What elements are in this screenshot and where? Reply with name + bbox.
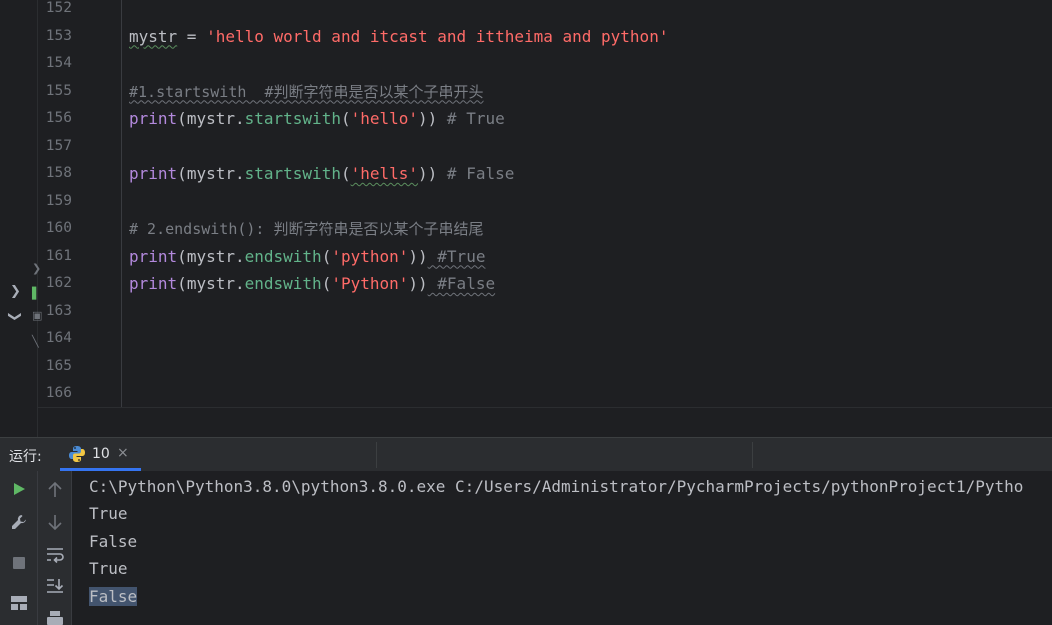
paren: ( (177, 274, 187, 293)
paren: ( (321, 246, 332, 266)
builtin-print: print (129, 274, 178, 293)
code-line-161[interactable]: print(mystr.endswith('python')) #True (129, 243, 485, 271)
comment: # True (437, 109, 505, 128)
gutter-divider (121, 0, 122, 408)
line-number: 159 (45, 192, 72, 209)
code-line-158[interactable]: print(mystr.startswith('hells')) # False (129, 160, 514, 188)
code-editor[interactable]: ❯ ❯ ❯ ▌ ▣ ╲ 152 153 154 155 156 157 158 … (0, 0, 1052, 437)
arrow-down-icon[interactable] (45, 512, 65, 532)
comment: # False (437, 164, 515, 183)
chevron-right-icon[interactable]: ❯ (10, 285, 21, 298)
run-toolwindow-header: 运行: 10 × (0, 437, 1052, 471)
code-line-156[interactable]: print(mystr.startswith('hello')) # True (129, 105, 505, 133)
line-number: 164 (45, 330, 72, 346)
paren: ( (177, 109, 187, 128)
variable-name: mystr (129, 26, 178, 46)
dot: . (234, 274, 245, 293)
paren: ( (177, 164, 187, 183)
line-number: 152 (45, 0, 72, 16)
method-name: endswith (244, 274, 322, 293)
string-literal: 'hello world and itcast and ittheima and… (206, 26, 669, 46)
stop-icon[interactable] (9, 553, 29, 573)
wrench-icon[interactable] (9, 512, 29, 532)
code-line-155[interactable]: #1.startswith #判断字符串是否以某个子串开头 (129, 78, 484, 106)
layout-icon[interactable] (9, 593, 29, 613)
method-name: startswith (244, 109, 341, 128)
builtin-print: print (129, 164, 178, 183)
paren: )) (418, 109, 438, 128)
header-divider (752, 442, 753, 468)
console-line: False (89, 532, 138, 551)
line-number: 163 (45, 302, 72, 319)
selected-text[interactable]: False (89, 587, 138, 606)
console-line: True (89, 504, 128, 523)
run-tab[interactable]: 10 × (60, 438, 141, 471)
run-icon[interactable] (9, 479, 29, 499)
editor-bottom-border (38, 407, 1052, 408)
code-line-160[interactable]: # 2.endswith(): 判断字符串是否以某个子串结尾 (129, 215, 484, 243)
line-number: 165 (45, 357, 72, 374)
builtin-print: print (129, 246, 178, 266)
comment: # 2.endswith(): 判断字符串是否以某个子串结尾 (129, 220, 484, 238)
line-number: 166 (45, 385, 72, 401)
object-name: mystr (186, 274, 235, 293)
object-name: mystr (186, 109, 235, 128)
run-tab-label: 10 (92, 446, 110, 462)
ide-window: ❯ ❯ ❯ ▌ ▣ ╲ 152 153 154 155 156 157 158 … (0, 0, 1052, 625)
method-name: endswith (244, 246, 322, 266)
paren: )) (408, 274, 428, 293)
method-name: startswith (244, 164, 341, 183)
print-icon[interactable] (45, 609, 65, 625)
console-line-selected: False (89, 583, 138, 611)
line-number: 153 (45, 27, 72, 44)
console-line: True (89, 559, 128, 578)
console-line: C:\Python\Python3.8.0\python3.8.0.exe C:… (89, 477, 1024, 496)
paren: ( (177, 246, 187, 266)
object-name: mystr (186, 246, 235, 266)
line-number: 161 (45, 247, 72, 264)
string-argument: 'hells' (350, 164, 419, 183)
line-number: 162 (45, 275, 72, 291)
builtin-print: print (129, 109, 178, 128)
chevron-down-icon[interactable]: ❯ (7, 311, 22, 322)
string-argument: 'hello' (350, 109, 419, 128)
line-number: 157 (45, 137, 72, 154)
paren: ( (340, 109, 351, 128)
object-name: mystr (186, 164, 235, 183)
python-icon (69, 446, 85, 462)
scroll-to-end-icon[interactable] (45, 576, 65, 596)
line-number: 155 (45, 82, 72, 99)
dot: . (234, 246, 245, 266)
paren: )) (418, 164, 438, 183)
line-number: 156 (45, 110, 72, 126)
comment: #False (427, 274, 496, 293)
comment: #True (427, 246, 486, 266)
soft-wrap-icon[interactable] (45, 545, 65, 565)
line-number: 158 (45, 165, 72, 181)
header-divider (376, 442, 377, 468)
code-line-153[interactable]: mystr = 'hello world and itcast and itth… (129, 23, 668, 51)
dot: . (234, 109, 245, 128)
paren: ( (340, 164, 351, 183)
assign-operator: = (177, 26, 207, 46)
comment: #1.startswith #判断字符串是否以某个子串开头 (129, 82, 484, 101)
line-number-gutter: 152 153 154 155 156 157 158 159 160 161 … (38, 0, 78, 408)
paren: ( (321, 274, 332, 293)
run-label: 运行: (9, 449, 42, 465)
line-number: 154 (45, 55, 72, 71)
close-icon[interactable]: × (117, 445, 129, 461)
paren: )) (408, 246, 428, 266)
string-argument: 'Python' (331, 274, 409, 293)
dot: . (234, 164, 245, 183)
line-number: 160 (45, 220, 72, 236)
code-line-162[interactable]: print(mystr.endswith('Python')) #False (129, 270, 495, 298)
string-argument: 'python' (331, 246, 409, 266)
run-main-toolbar (0, 471, 38, 625)
console-output[interactable]: C:\Python\Python3.8.0\python3.8.0.exe C:… (72, 471, 1052, 625)
run-console-toolbar (38, 471, 72, 625)
arrow-up-icon[interactable] (45, 480, 65, 500)
